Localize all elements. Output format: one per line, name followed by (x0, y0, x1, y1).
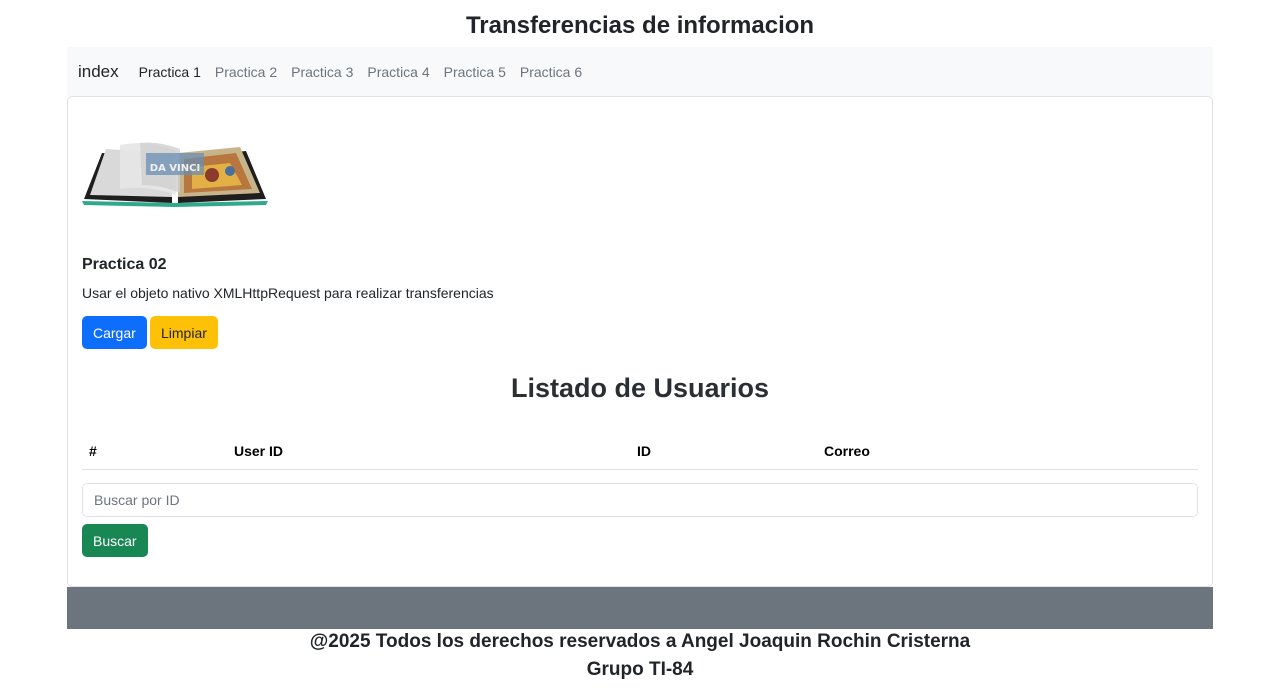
list-title: Listado de Usuarios (510, 373, 770, 403)
page-title: Transferencias de informacion (465, 12, 815, 39)
nav-link-practica-2[interactable]: Practica 2 (215, 64, 277, 80)
nav-link-practica-1[interactable]: Practica 1 (139, 64, 201, 80)
content-card: DA VINCI Practica 02 Usar el objeto nati… (67, 96, 1213, 587)
limpiar-button[interactable]: Limpiar (150, 316, 218, 349)
column-header-number: # (89, 443, 97, 459)
footer-group: Grupo TI-84 (586, 659, 694, 680)
nav-link-practica-6[interactable]: Practica 6 (520, 64, 582, 80)
cargar-button[interactable]: Cargar (82, 316, 147, 349)
column-header-id: ID (637, 443, 651, 459)
nav-link-practica-3[interactable]: Practica 3 (291, 64, 353, 80)
svg-text:DA VINCI: DA VINCI (150, 163, 200, 174)
open-book-logo-icon: DA VINCI (82, 142, 268, 207)
navbar: index Practica 1 Practica 2 Practica 3 P… (67, 47, 1213, 96)
nav-link-practica-4[interactable]: Practica 4 (367, 64, 429, 80)
buscar-button[interactable]: Buscar (82, 524, 148, 557)
footer-copyright: @2025 Todos los derechos reservados a An… (309, 631, 971, 652)
column-header-user-id: User ID (234, 443, 284, 459)
footer-bar (67, 587, 1213, 629)
section-description: Usar el objeto nativo XMLHttpRequest par… (82, 285, 494, 301)
nav-link-practica-5[interactable]: Practica 5 (444, 64, 506, 80)
column-header-correo: Correo (824, 443, 870, 459)
users-table-header: # User ID ID Correo (82, 439, 1198, 470)
search-by-id-input[interactable] (82, 483, 1198, 517)
navbar-brand[interactable]: index (78, 62, 119, 82)
section-title: Practica 02 (82, 256, 167, 273)
